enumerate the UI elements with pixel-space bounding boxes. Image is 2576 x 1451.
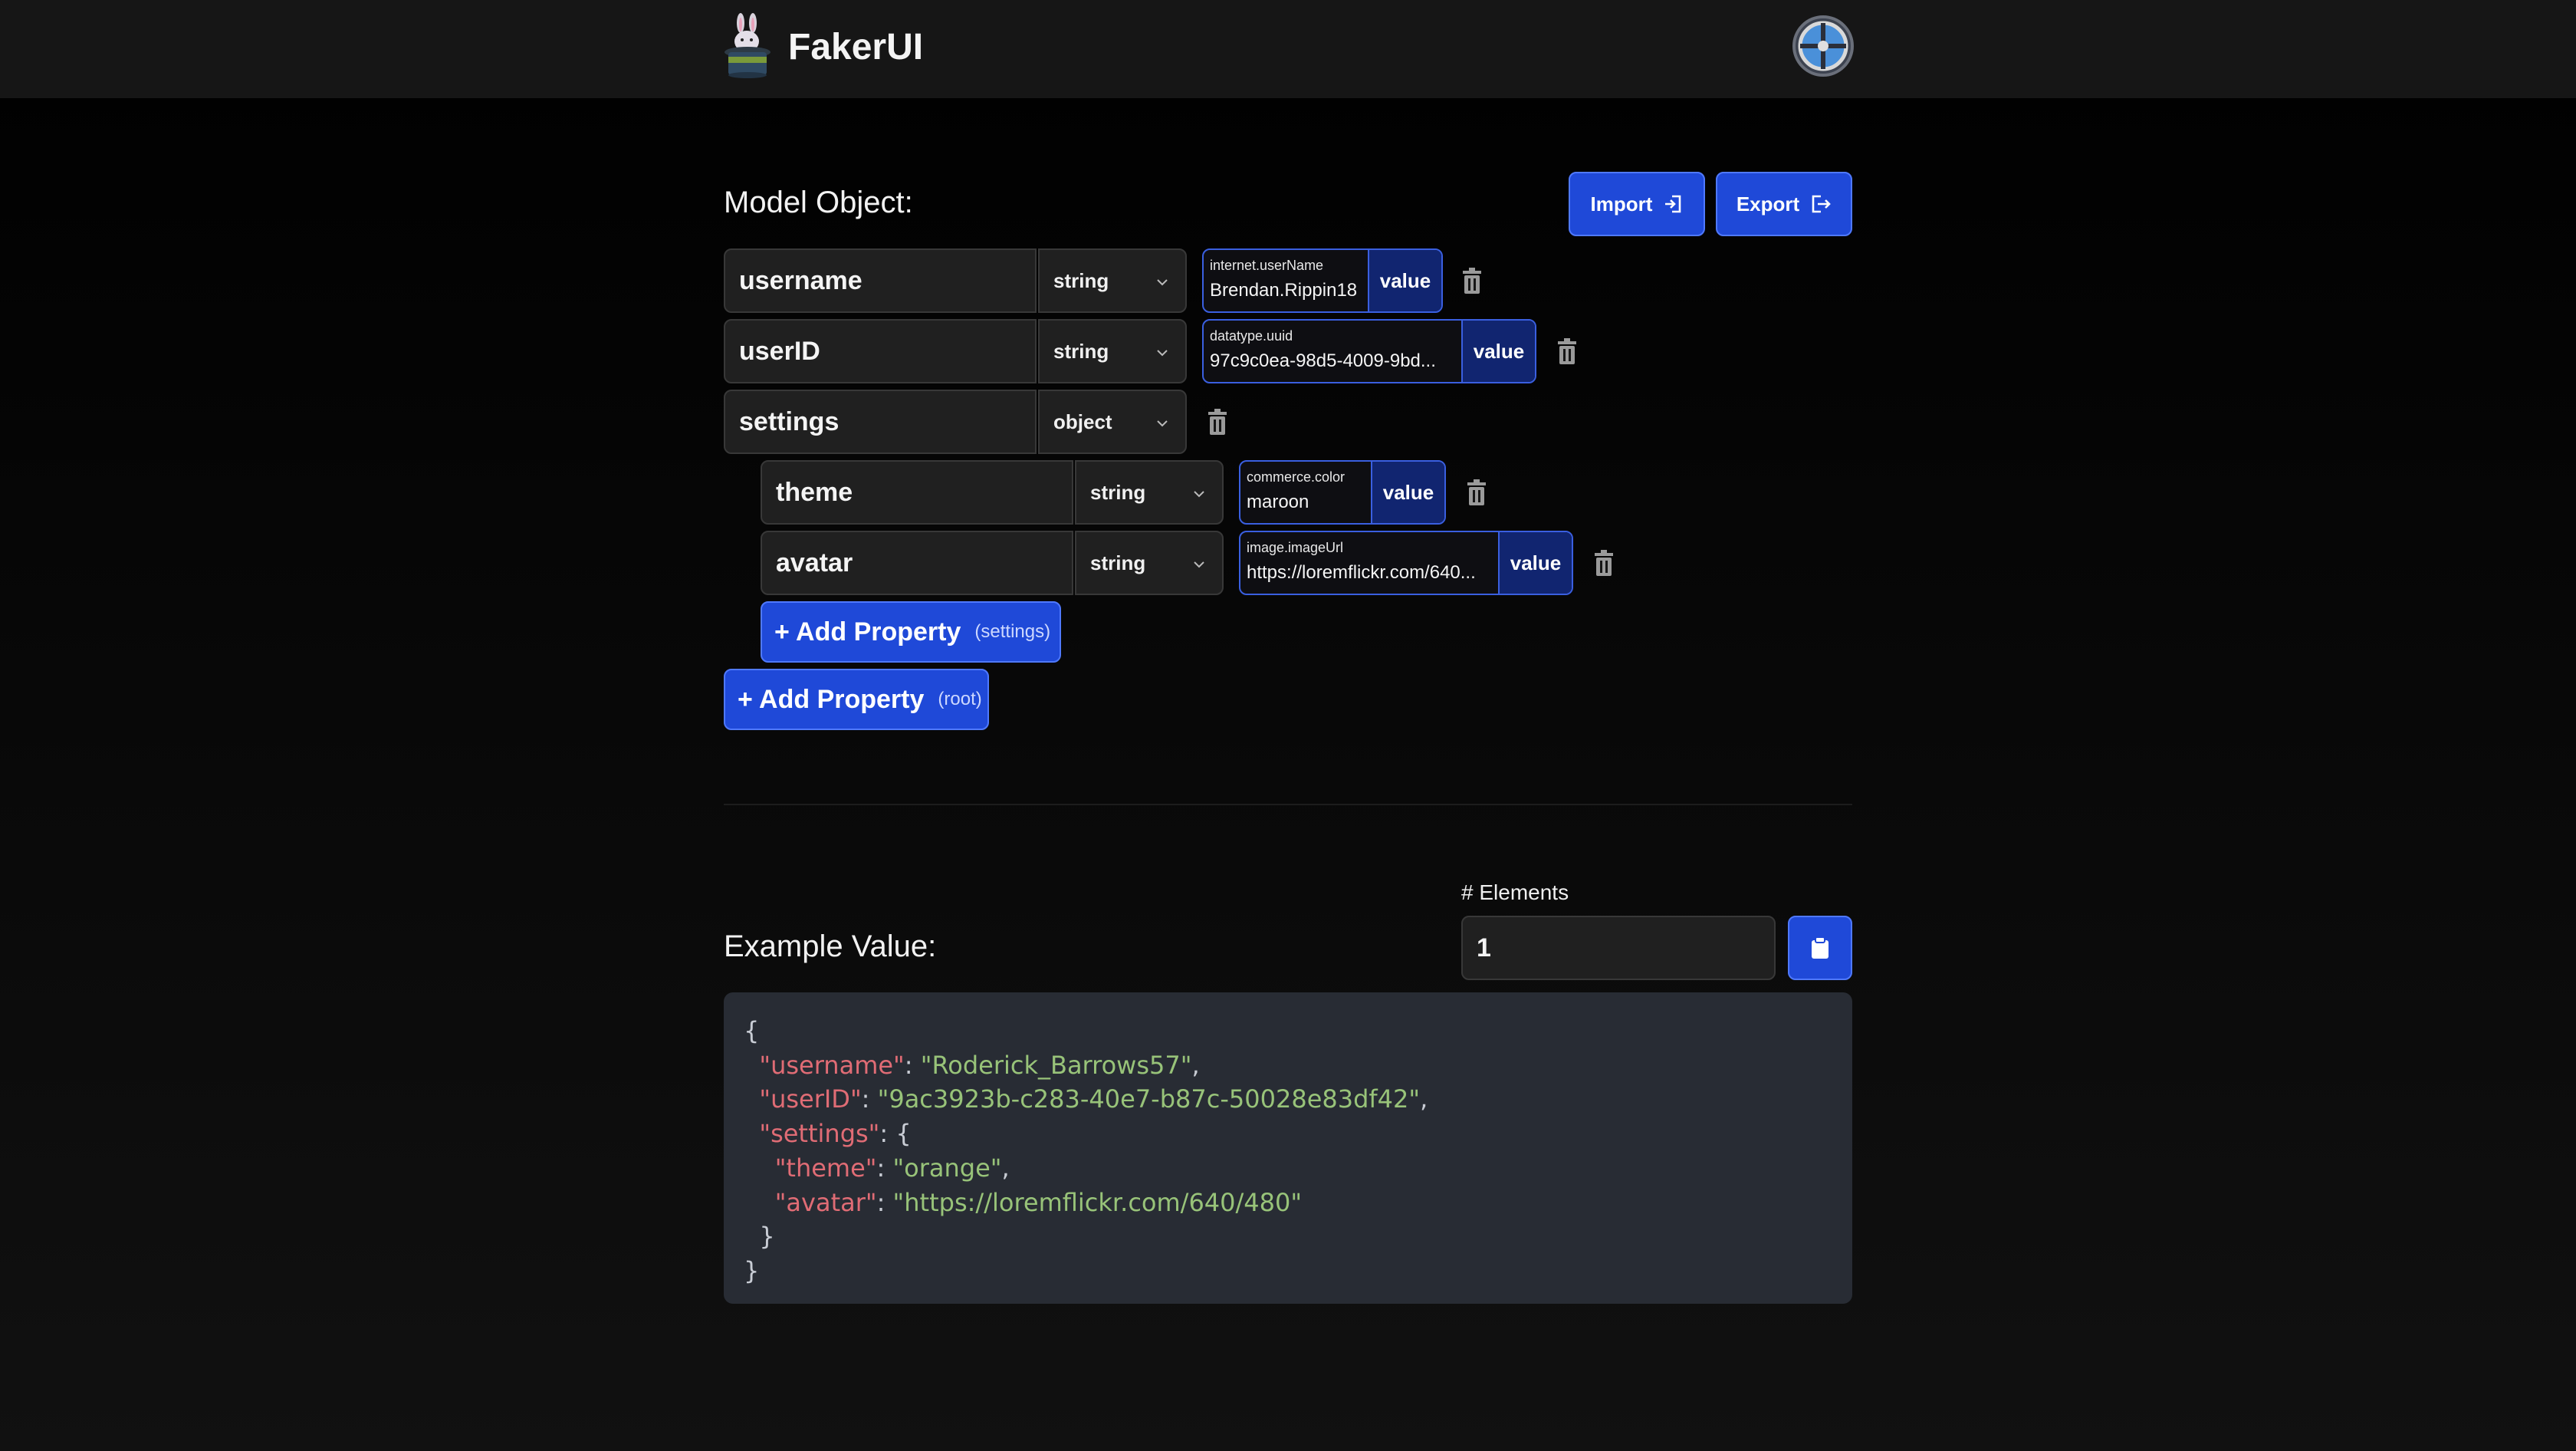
code-line: "username": "Roderick_Barrows57", [759,1050,1200,1080]
type-select-value: string [1053,339,1109,363]
faker-method-label: datatype.uuid [1210,328,1293,344]
code-line: "userID": "9ac3923b-c283-40e7-b87c-50028… [759,1084,1428,1114]
export-label: Export [1736,192,1800,216]
export-icon [1812,195,1832,213]
json-output: { "username": "Roderick_Barrows57", "use… [724,992,1852,1304]
faker-method-field[interactable]: internet.userName Brendan.Rippin18 value [1202,248,1443,313]
add-property-root-button[interactable]: + Add Property (root) [724,669,989,730]
import-label: Import [1590,192,1653,216]
chevron-down-icon [1194,561,1204,568]
property-name-input[interactable]: settings [724,390,1037,454]
trash-icon[interactable] [1556,338,1578,364]
user-avatar-icon[interactable] [1792,15,1854,77]
trash-icon[interactable] [1466,479,1487,505]
add-property-label: + Add Property [774,617,961,647]
faker-method-label: image.imageUrl [1247,540,1344,555]
code-line: "settings": { [759,1119,912,1149]
code-line: "avatar": "https://loremflickr.com/640/4… [774,1187,1303,1217]
faker-sample-value: 97c9c0ea-98d5-4009-9bd... [1210,350,1436,371]
type-select[interactable]: string [1038,319,1187,383]
code-line: } [744,1255,760,1285]
property-name-input[interactable]: username [724,248,1037,313]
code-line: { [744,1016,760,1045]
faker-method-label: internet.userName [1210,258,1324,273]
type-select-value: string [1053,268,1109,292]
bunny-hat-logo-icon[interactable] [724,12,771,78]
chevron-down-icon [1157,420,1168,427]
add-property-label: + Add Property [738,684,925,714]
faker-method-field[interactable]: datatype.uuid 97c9c0ea-98d5-4009-9bd... … [1202,319,1536,383]
app-title: FakerUI [788,27,924,67]
type-select-value: string [1090,480,1146,504]
faker-method-label: commerce.color [1247,469,1346,485]
type-select-value: object [1053,410,1112,433]
chevron-down-icon [1194,491,1204,498]
copy-button[interactable] [1788,916,1852,980]
type-select[interactable]: object [1038,390,1187,454]
app-header: FakerUI [0,0,2576,98]
value-toggle-button[interactable]: value [1461,321,1535,382]
type-select[interactable]: string [1038,248,1187,313]
elements-count-label: # Elements [1461,880,1569,904]
chevron-down-icon [1157,350,1168,357]
faker-sample-value: Brendan.Rippin18 [1210,280,1358,301]
elements-count-input[interactable]: 1 [1461,916,1776,980]
property-name-input[interactable]: theme [761,460,1073,525]
trash-icon[interactable] [1593,550,1615,576]
faker-sample-value: https://loremflickr.com/640... [1247,562,1476,583]
import-button[interactable]: Import [1569,172,1705,236]
property-name-input[interactable]: avatar [761,531,1073,595]
clipboard-icon [1812,936,1829,959]
value-toggle-button[interactable]: value [1368,250,1441,311]
add-property-settings-button[interactable]: + Add Property (settings) [761,601,1061,663]
faker-sample-value: maroon [1247,492,1309,512]
type-select[interactable]: string [1075,531,1224,595]
type-select[interactable]: string [1075,460,1224,525]
example-value-title: Example Value: [724,929,937,963]
add-property-scope: (settings) [974,621,1051,642]
code-line: } [759,1222,775,1252]
model-object-title: Model Object: [724,186,913,219]
section-divider [724,804,1852,805]
import-icon [1665,195,1681,213]
value-toggle-button[interactable]: value [1498,532,1572,594]
trash-icon[interactable] [1461,268,1483,294]
export-button[interactable]: Export [1716,172,1852,236]
type-select-value: string [1090,551,1146,574]
value-toggle-button[interactable]: value [1371,462,1444,523]
add-property-scope: (root) [938,689,982,709]
code-line: "theme": "orange", [774,1153,1010,1183]
property-name-input[interactable]: userID [724,319,1037,383]
faker-method-field[interactable]: commerce.color maroon value [1239,460,1446,525]
chevron-down-icon [1157,279,1168,286]
trash-icon[interactable] [1207,409,1228,435]
faker-method-field[interactable]: image.imageUrl https://loremflickr.com/6… [1239,531,1573,595]
